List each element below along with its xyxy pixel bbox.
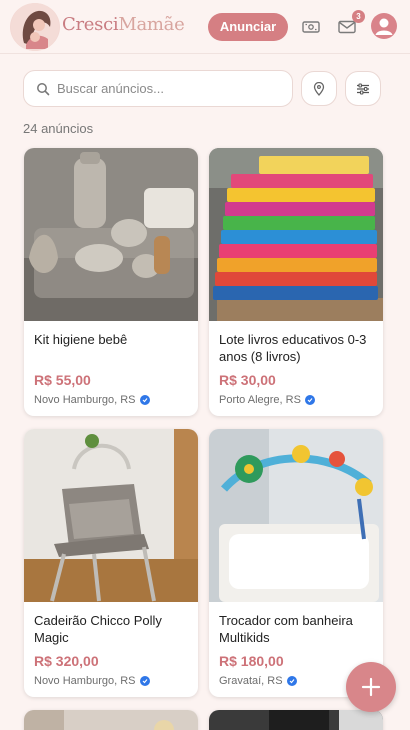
verified-icon — [286, 676, 297, 686]
listing-card[interactable]: Cadeirão Chicco Polly Magic R$ 320,00 No… — [24, 429, 198, 697]
listing-card[interactable] — [209, 710, 383, 730]
results-count: 24 anúncios — [23, 121, 94, 136]
listing-photo — [24, 429, 198, 602]
brand-name[interactable]: CresciMamãe — [62, 14, 185, 35]
listing-card[interactable]: Kit higiene bebê R$ 55,00 Novo Hamburgo,… — [24, 148, 198, 416]
brand-name-part2: Mamãe — [118, 14, 185, 35]
sliders-icon — [357, 82, 369, 95]
listing-card[interactable]: Lote livros educativos 0-3 anos (8 livro… — [209, 148, 383, 416]
map-pin-icon — [313, 81, 325, 96]
listing-price: R$ 55,00 — [34, 372, 91, 388]
user-avatar[interactable] — [371, 13, 397, 39]
messages-badge: 3 — [352, 10, 365, 23]
filters-button[interactable] — [345, 71, 381, 106]
brand-name-part1: Cresci — [62, 14, 119, 35]
listing-price: R$ 180,00 — [219, 653, 284, 669]
listing-card[interactable]: Trocador com banheira Multikids R$ 180,0… — [209, 429, 383, 697]
brand-logo[interactable] — [10, 3, 60, 51]
listing-price: R$ 320,00 — [34, 653, 99, 669]
listing-photo — [209, 429, 383, 602]
listing-location: Novo Hamburgo, RS — [34, 394, 150, 406]
listing-location-text: Novo Hamburgo, RS — [34, 394, 136, 406]
listing-photo — [24, 710, 198, 730]
listing-title: Lote livros educativos 0-3 anos (8 livro… — [219, 332, 367, 364]
listing-title: Kit higiene bebê — [34, 332, 128, 347]
money-button[interactable] — [296, 12, 326, 42]
listing-title: Trocador com banheira Multikids — [219, 613, 353, 645]
plus-icon — [361, 677, 381, 697]
listing-title: Cadeirão Chicco Polly Magic — [34, 613, 162, 645]
announce-button[interactable]: Anunciar — [208, 13, 288, 41]
user-icon — [375, 18, 393, 35]
listing-location-text: Novo Hamburgo, RS — [34, 675, 136, 687]
location-filter-button[interactable] — [301, 71, 337, 106]
mail-icon — [338, 20, 356, 34]
app-header: CresciMamãe Anunciar 3 — [0, 0, 410, 54]
listing-location-text: Gravataí, RS — [219, 675, 283, 687]
listing-photo — [209, 710, 383, 730]
listing-photo — [24, 148, 198, 321]
search-bar[interactable] — [23, 70, 293, 107]
listing-price: R$ 30,00 — [219, 372, 276, 388]
money-icon — [302, 21, 320, 33]
listing-card[interactable] — [24, 710, 198, 730]
add-listing-button[interactable] — [346, 662, 396, 712]
listing-photo — [209, 148, 383, 321]
messages-button[interactable]: 3 — [332, 10, 365, 42]
verified-icon — [139, 676, 150, 686]
search-icon — [37, 83, 50, 96]
listing-location: Porto Alegre, RS — [219, 394, 315, 406]
listing-location: Novo Hamburgo, RS — [34, 675, 150, 687]
verified-icon — [304, 395, 315, 405]
search-input[interactable] — [57, 71, 287, 106]
verified-icon — [139, 395, 150, 405]
listing-location-text: Porto Alegre, RS — [219, 394, 301, 406]
listing-location: Gravataí, RS — [219, 675, 297, 687]
